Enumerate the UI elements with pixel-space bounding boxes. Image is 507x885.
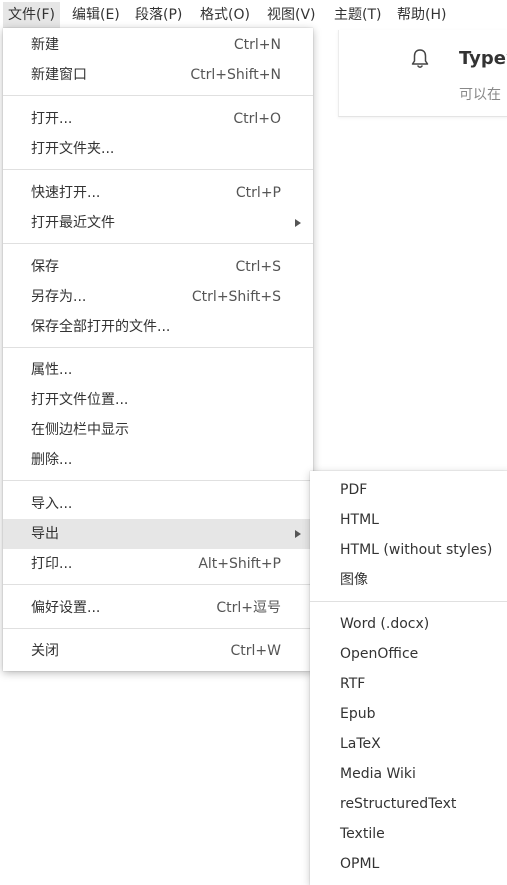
menu-separator — [3, 628, 313, 629]
notification-title: Typew — [459, 48, 507, 69]
menu-themes[interactable]: 主题(T) — [329, 2, 386, 28]
menu-item-shortcut: Ctrl+S — [235, 259, 281, 275]
menu-item-label: 在侧边栏中显示 — [31, 422, 129, 438]
menu-item-open[interactable]: 打开... Ctrl+O — [3, 104, 313, 134]
menu-item-open-folder[interactable]: 打开文件夹... — [3, 134, 313, 164]
submenu-item-label: RTF — [340, 676, 366, 692]
export-item-latex[interactable]: LaTeX — [310, 729, 507, 759]
menu-item-label: 另存为... — [31, 289, 87, 305]
menu-item-label: 打开文件夹... — [31, 141, 115, 157]
menu-item-label: 偏好设置... — [31, 600, 101, 616]
submenu-item-label: Textile — [340, 826, 385, 842]
export-item-html[interactable]: HTML — [310, 505, 507, 535]
notification-subtitle: 可以在 — [459, 87, 501, 103]
export-item-textile[interactable]: Textile — [310, 819, 507, 849]
menu-item-preferences[interactable]: 偏好设置... Ctrl+逗号 — [3, 593, 313, 623]
export-item-image[interactable]: 图像 — [310, 565, 507, 595]
menu-item-quick-open[interactable]: 快速打开... Ctrl+P — [3, 178, 313, 208]
menu-item-shortcut: Ctrl+Shift+S — [191, 289, 281, 305]
submenu-item-label: OPML — [340, 856, 380, 872]
menu-item-shortcut: Alt+Shift+P — [198, 556, 281, 572]
menu-item-close[interactable]: 关闭 Ctrl+W — [3, 636, 313, 666]
menu-item-label: 保存全部打开的文件... — [31, 319, 171, 335]
submenu-item-label: Word (.docx) — [340, 616, 430, 632]
export-item-html-without-styles[interactable]: HTML (without styles) — [310, 535, 507, 565]
menu-item-label: 导出 — [31, 526, 59, 542]
export-item-restructuredtext[interactable]: reStructuredText — [310, 789, 507, 819]
submenu-item-label: Media Wiki — [340, 766, 416, 782]
menu-separator — [3, 347, 313, 348]
menu-separator — [3, 480, 313, 481]
menu-item-reveal-in-sidebar[interactable]: 在侧边栏中显示 — [3, 415, 313, 445]
menu-item-import[interactable]: 导入... — [3, 489, 313, 519]
menu-item-shortcut: Ctrl+Shift+N — [190, 67, 281, 83]
menu-format[interactable]: 格式(O) — [195, 2, 255, 28]
menu-item-new[interactable]: 新建 Ctrl+N — [3, 30, 313, 60]
menu-separator — [3, 243, 313, 244]
menu-item-label: 打开文件位置... — [31, 392, 129, 408]
menu-item-print[interactable]: 打印... Alt+Shift+P — [3, 549, 313, 579]
menu-item-label: 打印... — [31, 556, 73, 572]
menu-item-shortcut: Ctrl+逗号 — [216, 600, 281, 616]
export-item-media-wiki[interactable]: Media Wiki — [310, 759, 507, 789]
menu-edit[interactable]: 编辑(E) — [67, 2, 125, 28]
menu-help[interactable]: 帮助(H) — [392, 2, 451, 28]
menu-item-label: 导入... — [31, 496, 73, 512]
export-item-pdf[interactable]: PDF — [310, 475, 507, 505]
menu-item-label: 打开... — [31, 111, 73, 127]
submenu-item-label: PDF — [340, 482, 368, 498]
submenu-item-label: HTML — [340, 512, 379, 528]
export-item-epub[interactable]: Epub — [310, 699, 507, 729]
submenu-item-label: LaTeX — [340, 736, 381, 752]
menu-item-properties[interactable]: 属性... — [3, 355, 313, 385]
menu-item-label: 关闭 — [31, 643, 59, 659]
menu-item-label: 新建 — [31, 37, 59, 53]
menu-item-export[interactable]: 导出 — [3, 519, 313, 549]
export-item-word[interactable]: Word (.docx) — [310, 609, 507, 639]
menu-item-label: 删除... — [31, 452, 73, 468]
submenu-item-label: OpenOffice — [340, 646, 419, 662]
menu-separator — [310, 601, 507, 602]
menu-item-save-as[interactable]: 另存为... Ctrl+Shift+S — [3, 282, 313, 312]
menu-item-save[interactable]: 保存 Ctrl+S — [3, 252, 313, 282]
menu-bar: 文件(F) 编辑(E) 段落(P) 格式(O) 视图(V) 主题(T) 帮助(H… — [0, 0, 507, 30]
menu-separator — [3, 584, 313, 585]
export-submenu: PDF HTML HTML (without styles) 图像 Word (… — [310, 471, 507, 885]
menu-item-shortcut: Ctrl+W — [230, 643, 281, 659]
chevron-right-icon — [295, 530, 301, 538]
chevron-right-icon — [295, 219, 301, 227]
menu-item-label: 保存 — [31, 259, 59, 275]
export-item-rtf[interactable]: RTF — [310, 669, 507, 699]
file-menu: 新建 Ctrl+N 新建窗口 Ctrl+Shift+N 打开... Ctrl+O… — [3, 28, 313, 671]
menu-file[interactable]: 文件(F) — [3, 2, 60, 28]
menu-item-new-window[interactable]: 新建窗口 Ctrl+Shift+N — [3, 60, 313, 90]
bell-icon[interactable] — [410, 48, 430, 70]
submenu-item-label: HTML (without styles) — [340, 542, 493, 558]
submenu-item-label: reStructuredText — [340, 796, 457, 812]
export-item-opml[interactable]: OPML — [310, 849, 507, 879]
menu-item-shortcut: Ctrl+N — [233, 37, 281, 53]
menu-separator — [3, 169, 313, 170]
menu-paragraph[interactable]: 段落(P) — [130, 2, 187, 28]
submenu-item-label: Epub — [340, 706, 376, 722]
menu-item-label: 属性... — [31, 362, 73, 378]
submenu-item-label: 图像 — [340, 572, 368, 588]
menu-separator — [3, 95, 313, 96]
menu-item-shortcut: Ctrl+P — [235, 185, 281, 201]
export-item-openoffice[interactable]: OpenOffice — [310, 639, 507, 669]
menu-item-open-file-location[interactable]: 打开文件位置... — [3, 385, 313, 415]
menu-item-delete[interactable]: 删除... — [3, 445, 313, 475]
menu-item-label: 快速打开... — [31, 185, 101, 201]
menu-item-label: 新建窗口 — [31, 67, 87, 83]
menu-item-label: 打开最近文件 — [31, 215, 115, 231]
menu-item-open-recent[interactable]: 打开最近文件 — [3, 208, 313, 238]
menu-view[interactable]: 视图(V) — [262, 2, 321, 28]
menu-item-save-all[interactable]: 保存全部打开的文件... — [3, 312, 313, 342]
menu-item-shortcut: Ctrl+O — [233, 111, 281, 127]
